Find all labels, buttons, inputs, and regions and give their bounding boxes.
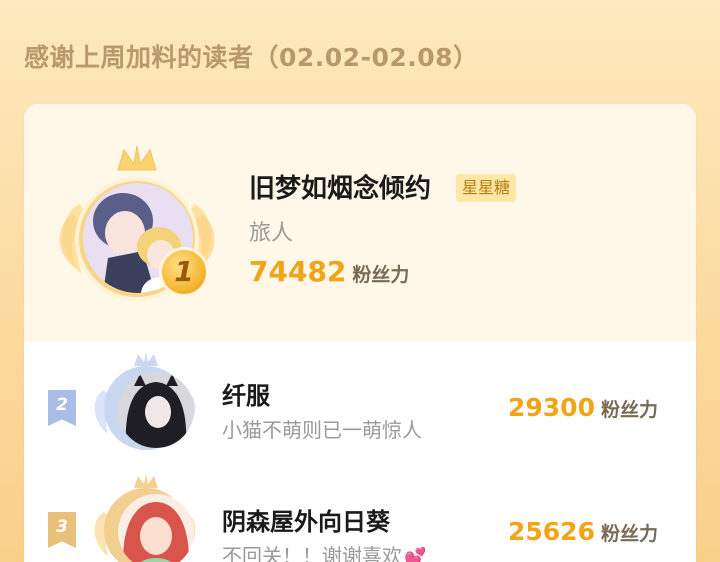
fan-power-unit: 粉丝力: [352, 264, 410, 286]
rank-3-entry[interactable]: 3 阴森屋外向日葵 不回关！！谢谢喜欢 💕 25626 粉丝力: [24, 466, 696, 562]
reader-title: 不回关！！谢谢喜欢 💕: [222, 540, 426, 562]
fan-power: 29300 粉丝力: [508, 393, 658, 422]
reader-title: 小猫不萌则已一萌惊人: [222, 418, 422, 442]
fan-power-unit: 粉丝力: [600, 399, 658, 421]
heart-icon: 💕: [404, 547, 427, 562]
rank-badge: 1: [162, 250, 206, 294]
reader-name[interactable]: 旧梦如烟念倾约: [249, 168, 431, 205]
reader-name[interactable]: 阴森屋外向日葵: [222, 502, 390, 537]
ranking-card: 1 旧梦如烟念倾约 星星糖 旅人 74482 粉丝力 2 纤服 小猫不萌则已一萌惊…: [24, 104, 696, 562]
rank-badge: 3: [48, 512, 76, 548]
fan-power-value: 29300: [508, 393, 595, 422]
fan-power: 74482 粉丝力: [249, 255, 409, 288]
page-title: 感谢上周加料的读者（02.02-02.08）: [24, 43, 479, 72]
reader-tag: 星星糖: [456, 174, 517, 202]
fan-power-value: 74482: [249, 255, 347, 288]
rank-1-entry[interactable]: 1 旧梦如烟念倾约 星星糖 旅人 74482 粉丝力: [24, 104, 696, 342]
reader-title-text: 不回关！！谢谢喜欢: [222, 544, 402, 562]
fan-power-value: 25626: [508, 517, 595, 546]
fan-power: 25626 粉丝力: [508, 517, 658, 546]
avatar[interactable]: [118, 372, 194, 448]
rank-badge: 2: [48, 390, 76, 426]
reader-title: 旅人: [249, 221, 294, 246]
reader-name[interactable]: 纤服: [222, 376, 270, 411]
rank-2-entry[interactable]: 2 纤服 小猫不萌则已一萌惊人 29300 粉丝力: [24, 342, 696, 460]
avatar[interactable]: [118, 494, 194, 562]
fan-power-unit: 粉丝力: [600, 523, 658, 545]
